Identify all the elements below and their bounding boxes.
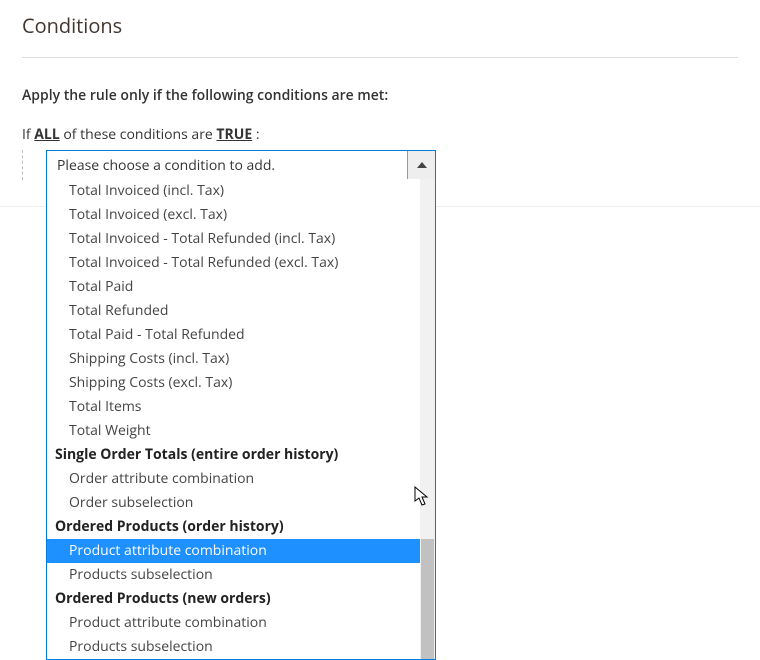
dropdown-option[interactable]: Product attribute combination (47, 611, 435, 635)
dropdown-option[interactable]: Products subselection (47, 563, 435, 587)
dropdown-control[interactable]: Please choose a condition to add. (46, 150, 436, 180)
scrollbar[interactable] (420, 179, 435, 659)
dropdown-display[interactable]: Please choose a condition to add. (47, 151, 407, 179)
dropdown-option[interactable]: Total Items (47, 395, 435, 419)
dropdown-option[interactable]: Total Refunded (47, 299, 435, 323)
dropdown-option[interactable]: Order subselection (47, 491, 435, 515)
dropdown-option[interactable]: Total Invoiced - Total Refunded (incl. T… (47, 227, 435, 251)
dropdown-option[interactable]: Total Paid - Total Refunded (47, 323, 435, 347)
rule-suffix: : (252, 125, 259, 144)
dropdown-option[interactable]: Total Paid (47, 275, 435, 299)
conditions-tree: Please choose a condition to add. Total … (22, 150, 738, 180)
optgroup-label: Single Order Totals (entire order histor… (47, 443, 435, 467)
dropdown-toggle[interactable] (407, 151, 435, 179)
dropdown-option[interactable]: Total Weight (47, 419, 435, 443)
optgroup-label: Ordered Products (order history) (47, 515, 435, 539)
rule-aggregator[interactable]: ALL (34, 125, 59, 144)
dropdown-option[interactable]: Shipping Costs (excl. Tax) (47, 371, 435, 395)
dropdown-option[interactable]: Product attribute combination (47, 539, 435, 563)
rule-middle: of these conditions are (60, 125, 217, 144)
condition-add-dropdown: Please choose a condition to add. Total … (46, 150, 738, 180)
dropdown-option[interactable]: Shipping Costs (incl. Tax) (47, 347, 435, 371)
dropdown-option[interactable]: Order attribute combination (47, 467, 435, 491)
chevron-up-icon (417, 162, 427, 168)
rule-prefix: If (22, 125, 34, 144)
conditions-intro: Apply the rule only if the following con… (22, 86, 738, 105)
dropdown-option[interactable]: Total Invoiced - Total Refunded (excl. T… (47, 251, 435, 275)
dropdown-option[interactable]: Total Invoiced (excl. Tax) (47, 203, 435, 227)
section-title: Conditions (22, 12, 738, 58)
rule-line: If ALL of these conditions are TRUE : (22, 125, 738, 144)
dropdown-options: Total Invoiced (incl. Tax)Total Invoiced… (47, 179, 435, 659)
scrollbar-thumb[interactable] (421, 539, 434, 659)
optgroup-label: Ordered Products (new orders) (47, 587, 435, 611)
conditions-section: Conditions Apply the rule only if the fo… (0, 0, 760, 192)
dropdown-option[interactable]: Total Invoiced (incl. Tax) (47, 179, 435, 203)
rule-value[interactable]: TRUE (216, 125, 252, 144)
dropdown-option[interactable]: Products subselection (47, 635, 435, 659)
dropdown-list: Total Invoiced (incl. Tax)Total Invoiced… (46, 179, 436, 660)
